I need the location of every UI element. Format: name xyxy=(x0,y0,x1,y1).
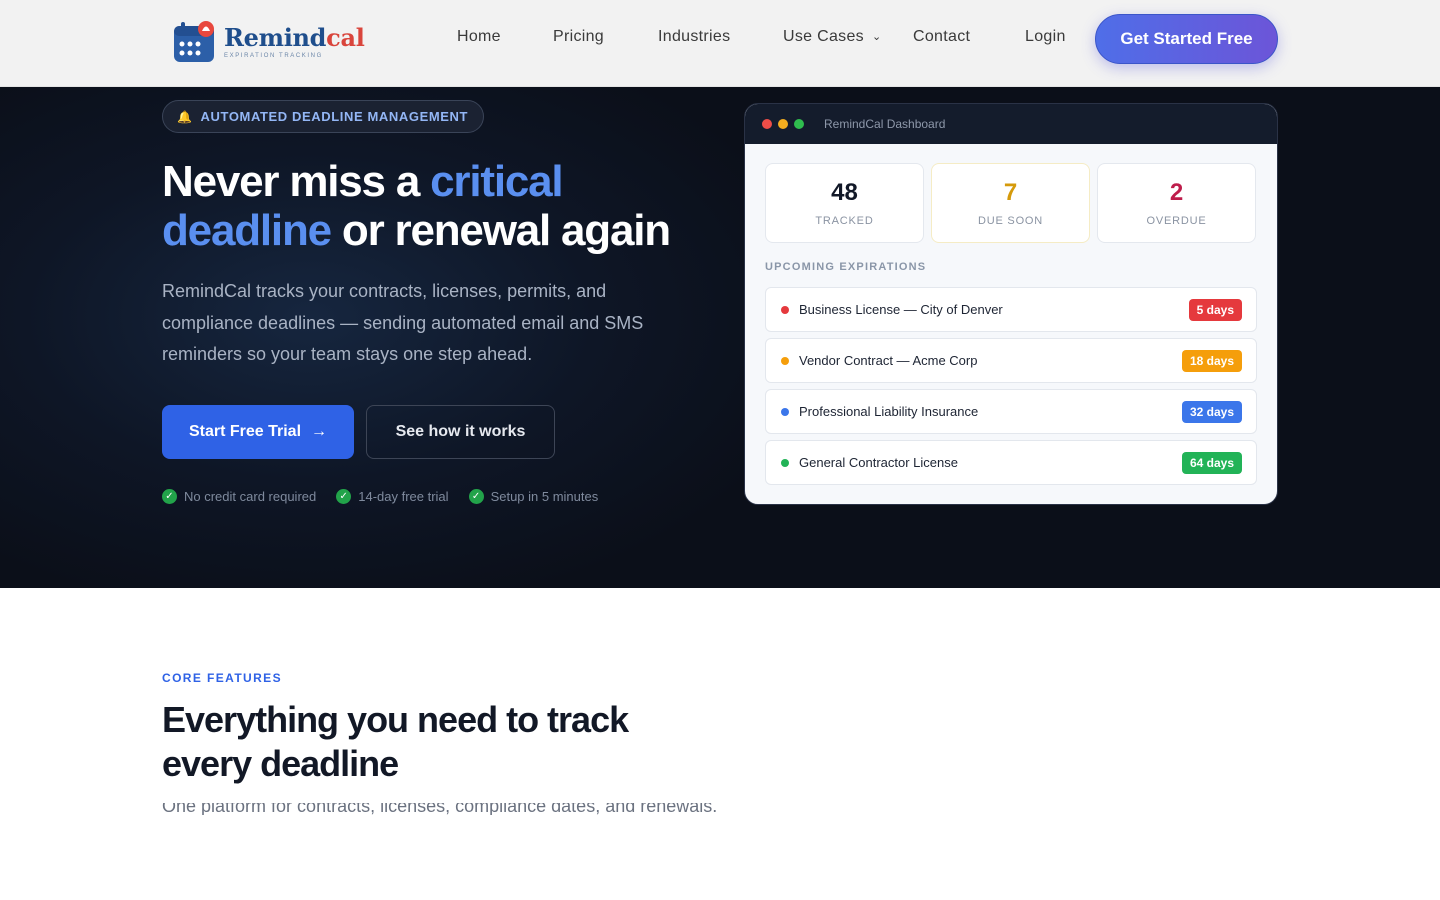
days-badge: 18 days xyxy=(1181,349,1242,372)
stat-overdue: 2 OVERDUE xyxy=(1097,163,1256,243)
stats-row: 48 TRACKED 7 DUE SOON 2 OVERDUE xyxy=(765,163,1263,243)
stat-value: 2 xyxy=(1169,179,1184,206)
expiration-list: Business License — City of Denver 5 days… xyxy=(765,287,1257,491)
window-close-dot xyxy=(762,119,772,129)
logo-tagline: EXPIRATION TRACKING xyxy=(224,53,323,59)
check-circle-icon: ✓ xyxy=(336,489,352,504)
window-minimize-dot xyxy=(778,119,788,129)
features-subtitle-text: One platform for contracts, licenses, co… xyxy=(162,803,718,815)
stat-label: DUE SOON xyxy=(977,215,1044,227)
item-name: General Contractor License xyxy=(799,455,958,470)
logo-wordmark: Remindcal xyxy=(224,25,365,51)
benefit-label: No credit card required xyxy=(184,489,317,504)
hero-badge-label: AUTOMATED DEADLINE MANAGEMENT xyxy=(200,109,469,124)
stat-due-soon: 7 DUE SOON xyxy=(931,163,1090,243)
status-dot xyxy=(781,356,789,365)
nav-home-link[interactable]: Home xyxy=(457,28,501,46)
hero-section: 🔔 AUTOMATED DEADLINE MANAGEMENT Never mi… xyxy=(0,87,1440,588)
list-item: Professional Liability Insurance 32 days xyxy=(765,389,1257,434)
stat-value: 7 xyxy=(1003,179,1018,206)
nav-use-cases-label: Use Cases xyxy=(783,28,864,45)
list-item: Vendor Contract — Acme Corp 18 days xyxy=(765,338,1257,383)
hero-title-part-2: or renewal again xyxy=(330,206,671,255)
features-title: Everything you need to track every deadl… xyxy=(162,699,629,784)
window-maximize-dot xyxy=(794,119,804,129)
check-circle-icon: ✓ xyxy=(162,489,177,504)
hero-title-part-1: Never miss a xyxy=(162,157,431,206)
nav-industries-link[interactable]: Industries xyxy=(658,28,730,46)
days-badge: 32 days xyxy=(1181,400,1242,423)
list-item: Business License — City of Denver 5 days xyxy=(765,287,1257,332)
window-titlebar: RemindCal Dashboard xyxy=(745,104,1277,144)
check-circle-icon: ✓ xyxy=(468,489,484,504)
stat-value: 48 xyxy=(831,179,858,206)
nav-use-cases-dropdown[interactable]: Use Cases ⌄ xyxy=(783,28,881,46)
arrow-right-icon: → xyxy=(311,423,328,440)
hero-description: RemindCal tracks your contracts, license… xyxy=(162,281,644,364)
bell-icon: 🔔 xyxy=(177,109,193,124)
nav-login-link[interactable]: Login xyxy=(1025,28,1066,46)
stat-tracked: 48 TRACKED xyxy=(765,163,924,243)
logo-wordmark-part-1: Remind xyxy=(224,23,327,52)
benefit-item: ✓ 14-day free trial xyxy=(336,489,449,504)
top-navigation: Remindcal EXPIRATION TRACKING Home Prici… xyxy=(0,0,1440,87)
item-name: Vendor Contract — Acme Corp xyxy=(799,353,978,368)
hero-badge: 🔔 AUTOMATED DEADLINE MANAGEMENT xyxy=(162,100,485,133)
benefit-label: Setup in 5 minutes xyxy=(490,489,599,504)
start-free-trial-button[interactable]: Start Free Trial → xyxy=(162,405,354,459)
stat-label: TRACKED xyxy=(815,215,874,227)
dashboard-preview: RemindCal Dashboard 48 TRACKED 7 DUE SOO… xyxy=(744,103,1278,505)
item-name: Business License — City of Denver xyxy=(799,302,1003,317)
nav-pricing-link[interactable]: Pricing xyxy=(553,28,604,46)
benefit-item: ✓ No credit card required xyxy=(162,489,316,504)
chevron-down-icon: ⌄ xyxy=(871,31,882,43)
hero-benefits: ✓ No credit card required ✓ 14-day free tr… xyxy=(162,489,618,504)
list-item: General Contractor License 64 days xyxy=(765,440,1257,485)
logo-wordmark-part-2: cal xyxy=(326,23,365,52)
calendar-logo-icon xyxy=(172,20,216,64)
start-free-trial-label: Start Free Trial xyxy=(188,423,302,440)
see-how-it-works-button[interactable]: See how it works xyxy=(366,405,555,459)
status-dot xyxy=(781,305,789,314)
stat-label: OVERDUE xyxy=(1146,215,1207,227)
item-name: Professional Liability Insurance xyxy=(799,404,979,419)
nav-contact-link[interactable]: Contact xyxy=(913,28,970,46)
logo[interactable]: Remindcal EXPIRATION TRACKING xyxy=(172,20,365,64)
days-badge: 5 days xyxy=(1188,298,1242,321)
dashboard-title: RemindCal Dashboard xyxy=(824,117,946,131)
days-badge: 64 days xyxy=(1181,451,1242,474)
benefit-label: 14-day free trial xyxy=(358,489,449,504)
features-subtitle: One platform for contracts, licenses, co… xyxy=(162,803,722,815)
features-eyebrow: CORE FEATURES xyxy=(162,671,282,685)
status-dot xyxy=(781,458,789,467)
upcoming-expirations-heading: UPCOMING EXPIRATIONS xyxy=(765,261,927,273)
benefit-item: ✓ Setup in 5 minutes xyxy=(468,489,599,504)
get-started-button[interactable]: Get Started Free xyxy=(1095,14,1278,64)
status-dot xyxy=(781,407,789,416)
hero-title: Never miss a critical deadline or renewa… xyxy=(162,157,722,255)
